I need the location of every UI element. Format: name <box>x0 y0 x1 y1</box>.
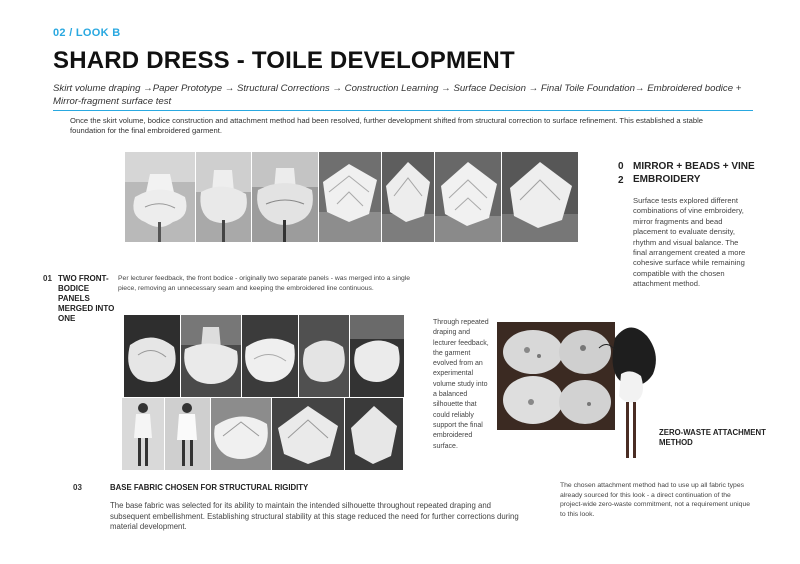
section-01-body: Per lecturer feedback, the front bodice … <box>118 275 411 292</box>
toile-photo <box>252 152 318 242</box>
draping-photo <box>272 398 344 470</box>
toile-photo <box>319 152 381 242</box>
section-01-number: 01 <box>43 274 52 283</box>
process-subtitle: Skirt volume draping →Paper Prototype → … <box>53 83 742 107</box>
draping-photo <box>299 315 349 397</box>
draping-photo <box>124 315 180 397</box>
toile-photo <box>196 152 251 242</box>
intro-paragraph: Once the skirt volume, bodice constructi… <box>70 116 704 135</box>
draping-photo <box>211 398 271 470</box>
toile-photo <box>502 152 578 242</box>
draping-photo <box>122 398 164 470</box>
page-title: SHARD DRESS - TOILE DEVELOPMENT <box>53 47 515 74</box>
header-divider <box>53 110 753 111</box>
zero-waste-body: The chosen attachment method had to use … <box>560 482 751 518</box>
toile-photo <box>125 152 195 242</box>
model-figure-photo <box>595 318 665 468</box>
zero-waste-heading: ZERO-WASTE ATTACHMENT METHOD <box>659 428 766 447</box>
section-tag: 02 / LOOK B <box>53 27 121 39</box>
draping-photo <box>242 315 298 397</box>
draping-photo <box>345 398 403 470</box>
section-02-heading: MIRROR + BEADS + VINE EMBROIDERY <box>633 161 755 185</box>
section-01-heading: TWO FRONT-BODICE PANELS MERGED INTO ONE <box>58 274 115 323</box>
toile-photo <box>435 152 501 242</box>
section-03-number: 03 <box>73 483 82 492</box>
draping-photo <box>165 398 210 470</box>
draping-photo <box>350 315 404 397</box>
section-03-body: The base fabric was selected for its abi… <box>110 501 519 532</box>
draping-note: Through repeated draping and lecturer fe… <box>433 319 489 450</box>
toile-photo <box>382 152 434 242</box>
section-02-number: 0 2 <box>618 161 624 186</box>
section-02-body: Surface tests explored different combina… <box>633 196 746 289</box>
section-03-heading: BASE FABRIC CHOSEN FOR STRUCTURAL RIGIDI… <box>110 483 309 492</box>
draping-photo <box>181 315 241 397</box>
